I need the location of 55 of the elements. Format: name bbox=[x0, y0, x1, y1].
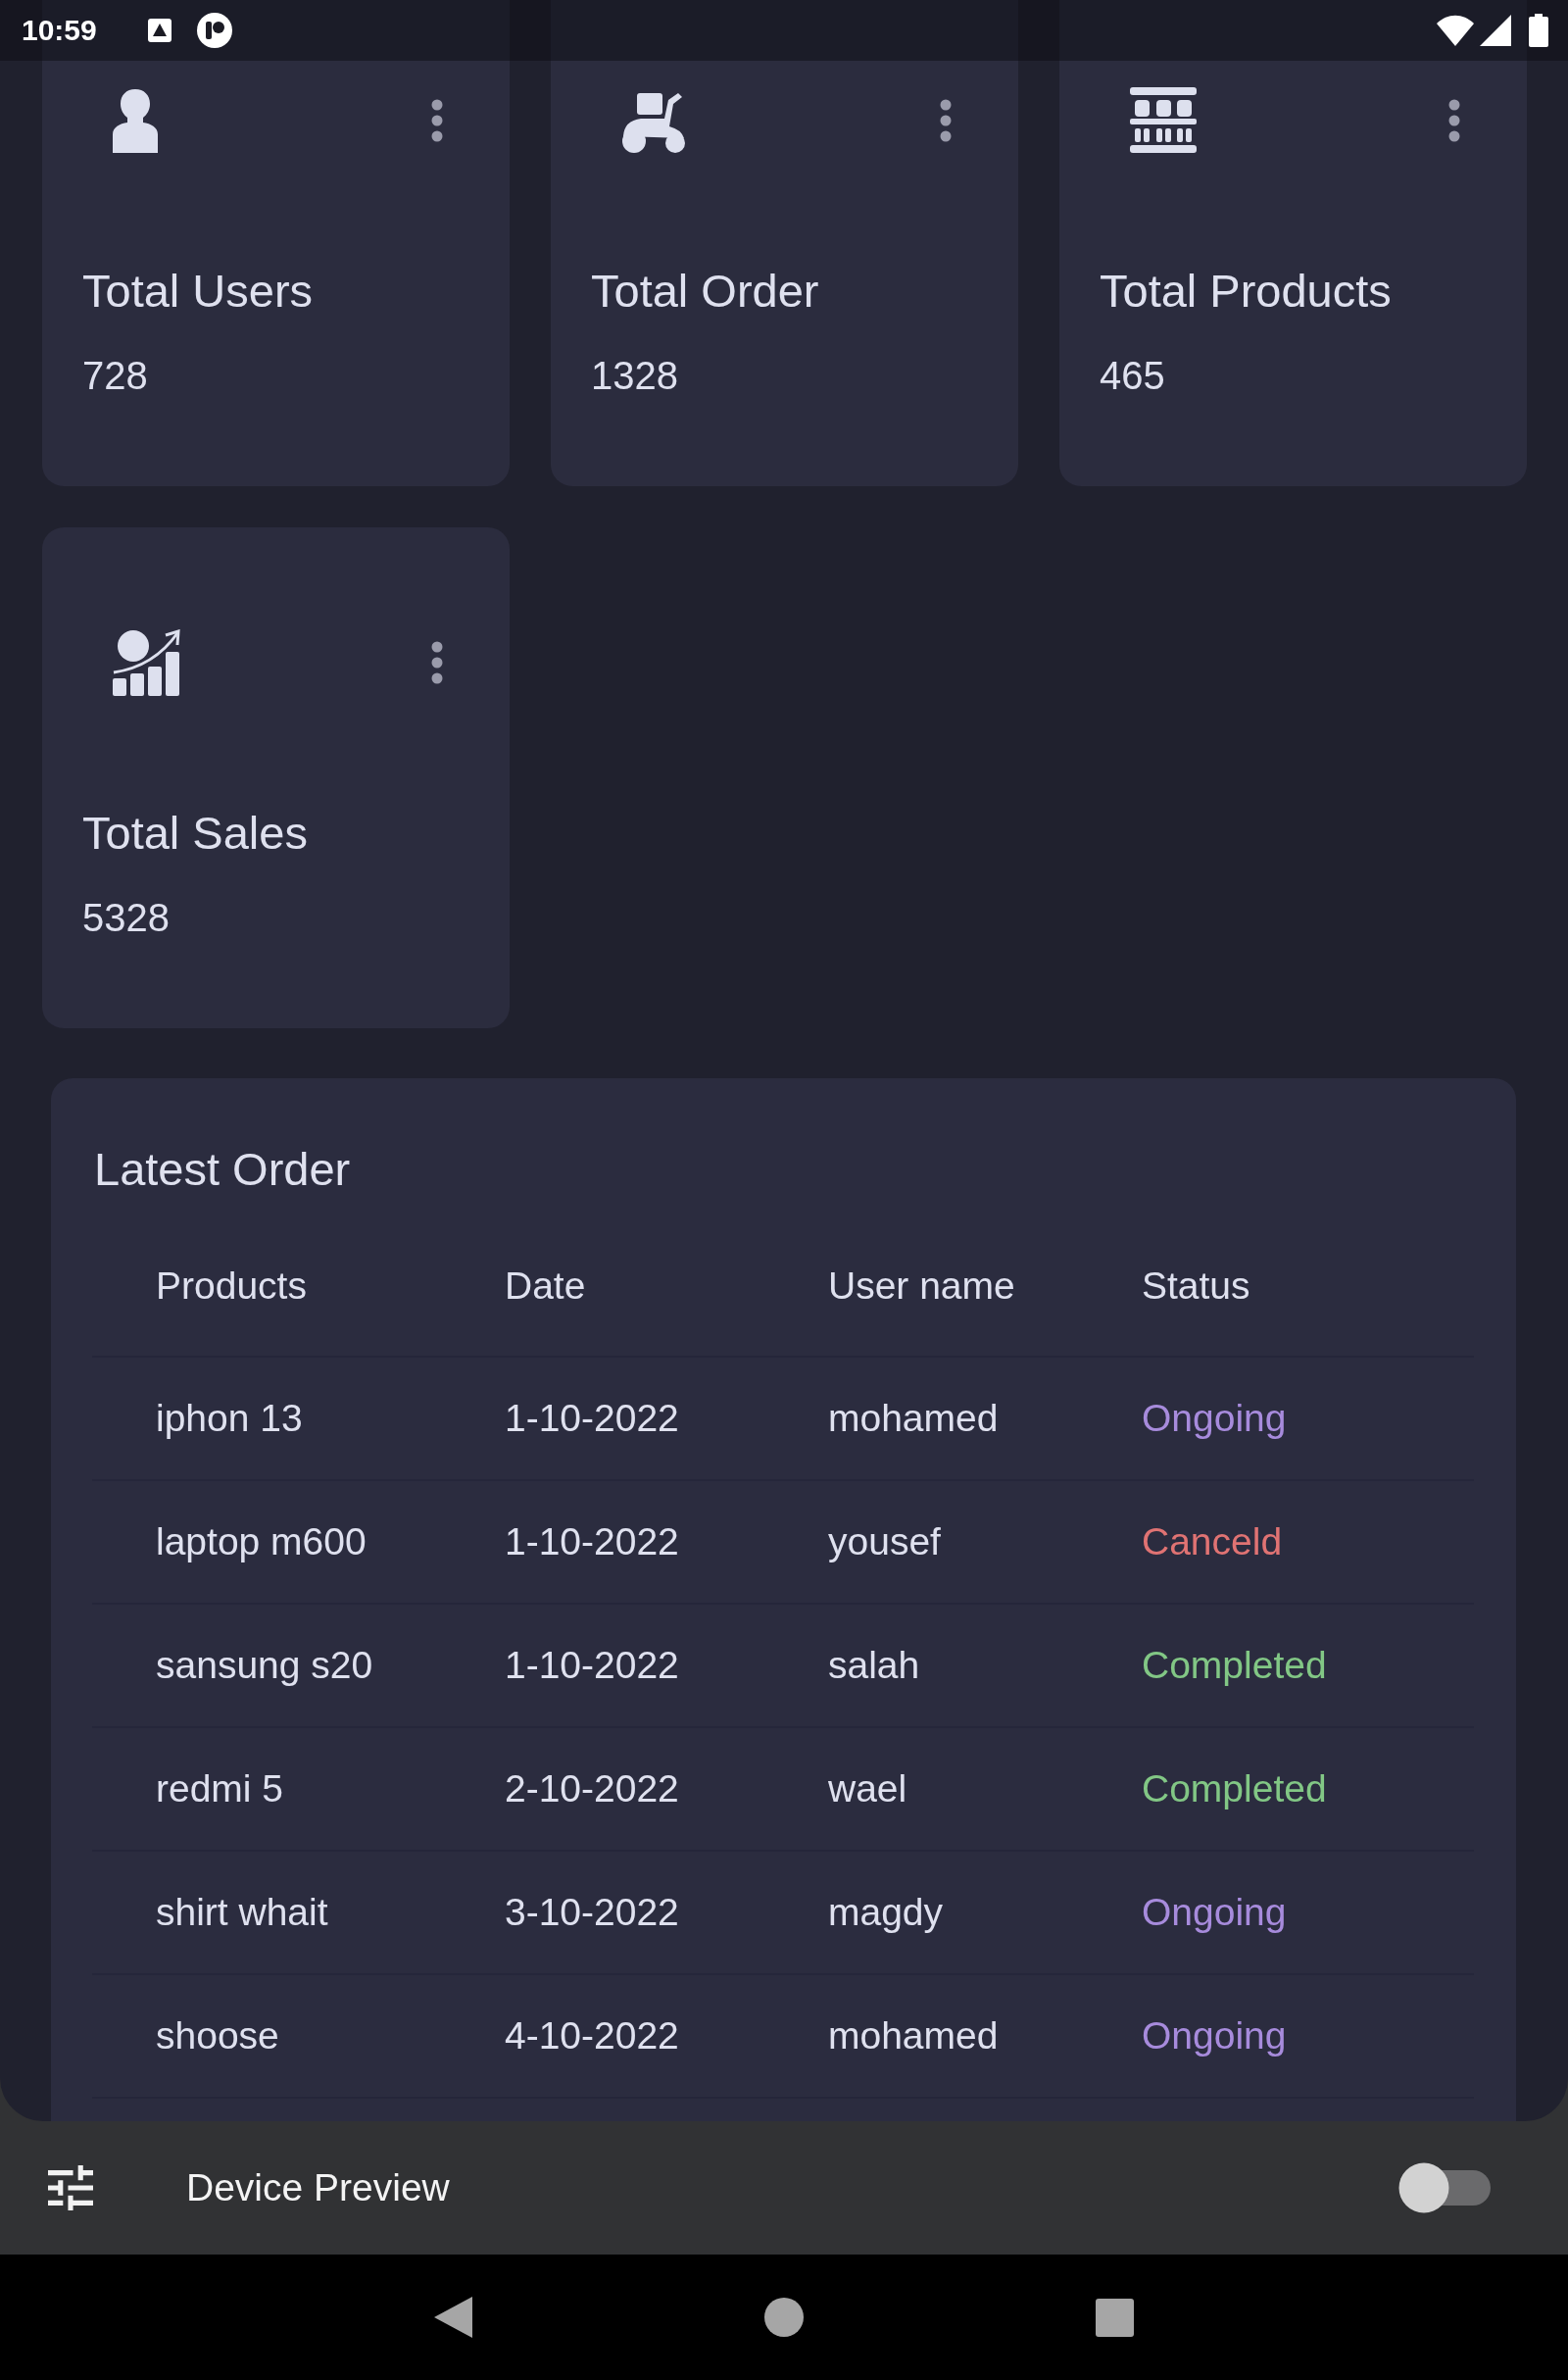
table-cell: 4-10-2022 bbox=[505, 2014, 679, 2057]
status-text: Completed bbox=[1142, 1767, 1327, 1810]
card-value: 5328 bbox=[82, 895, 170, 941]
table-cell: mohamed bbox=[828, 1397, 999, 1439]
home-icon[interactable] bbox=[764, 2298, 804, 2337]
status-text: Ongoing bbox=[1142, 1397, 1287, 1439]
table-cell: 1-10-2022 bbox=[505, 1397, 679, 1439]
table-cell: 1-10-2022 bbox=[505, 1520, 679, 1562]
column-header: Status bbox=[1142, 1264, 1250, 1307]
signal-icon bbox=[1480, 15, 1511, 46]
table-cell: mohamed bbox=[828, 2014, 999, 2057]
recents-icon[interactable] bbox=[1096, 2298, 1134, 2337]
table-cell: shoose bbox=[156, 2014, 279, 2057]
card-title: Total Sales bbox=[82, 806, 308, 861]
table-cell: salah bbox=[828, 1644, 920, 1686]
status-text: Ongoing bbox=[1142, 2014, 1287, 2057]
more-icon[interactable] bbox=[431, 641, 443, 684]
toggle-switch[interactable] bbox=[1398, 2162, 1493, 2213]
table-cell: 3-10-2022 bbox=[505, 1891, 679, 1933]
table-cell: 1-10-2022 bbox=[505, 1644, 679, 1686]
status-text: Ongoing bbox=[1142, 1891, 1287, 1933]
column-header: User name bbox=[828, 1264, 1015, 1307]
shelf-icon bbox=[1130, 87, 1197, 154]
column-header: Products bbox=[156, 1264, 307, 1307]
card-value: 728 bbox=[82, 353, 148, 399]
more-icon[interactable] bbox=[1448, 99, 1460, 142]
table-cell: 2-10-2022 bbox=[505, 1767, 679, 1810]
card-value: 1328 bbox=[591, 353, 678, 399]
card-title: Total Order bbox=[591, 264, 819, 319]
wifi-icon bbox=[1437, 15, 1474, 46]
card-value: 465 bbox=[1100, 353, 1165, 399]
panel-title: Latest Order bbox=[94, 1142, 351, 1197]
more-icon[interactable] bbox=[431, 99, 443, 142]
table-cell: shirt whait bbox=[156, 1891, 328, 1933]
status-text: Canceld bbox=[1142, 1520, 1283, 1562]
sliders-icon[interactable] bbox=[48, 2165, 93, 2210]
growth-chart-icon bbox=[113, 629, 181, 696]
clock-time: 10:59 bbox=[22, 13, 97, 48]
table-cell: wael bbox=[828, 1767, 907, 1810]
table-cell: laptop m600 bbox=[156, 1520, 367, 1562]
card-title: Total Products bbox=[1100, 264, 1392, 319]
notification-icon bbox=[147, 19, 172, 42]
person-icon bbox=[113, 88, 158, 153]
device-preview-label: Device Preview bbox=[186, 2165, 450, 2210]
table-cell: iphon 13 bbox=[156, 1397, 303, 1439]
table-cell: yousef bbox=[828, 1520, 941, 1562]
column-header: Date bbox=[505, 1264, 586, 1307]
battery-icon bbox=[1529, 14, 1548, 47]
table-cell: magdy bbox=[828, 1891, 944, 1933]
table-cell: sansung s20 bbox=[156, 1644, 373, 1686]
more-icon[interactable] bbox=[940, 99, 952, 142]
back-icon[interactable] bbox=[434, 2297, 472, 2338]
card-title: Total Users bbox=[82, 264, 314, 319]
status-text: Completed bbox=[1142, 1644, 1327, 1686]
table-cell: redmi 5 bbox=[156, 1767, 284, 1810]
